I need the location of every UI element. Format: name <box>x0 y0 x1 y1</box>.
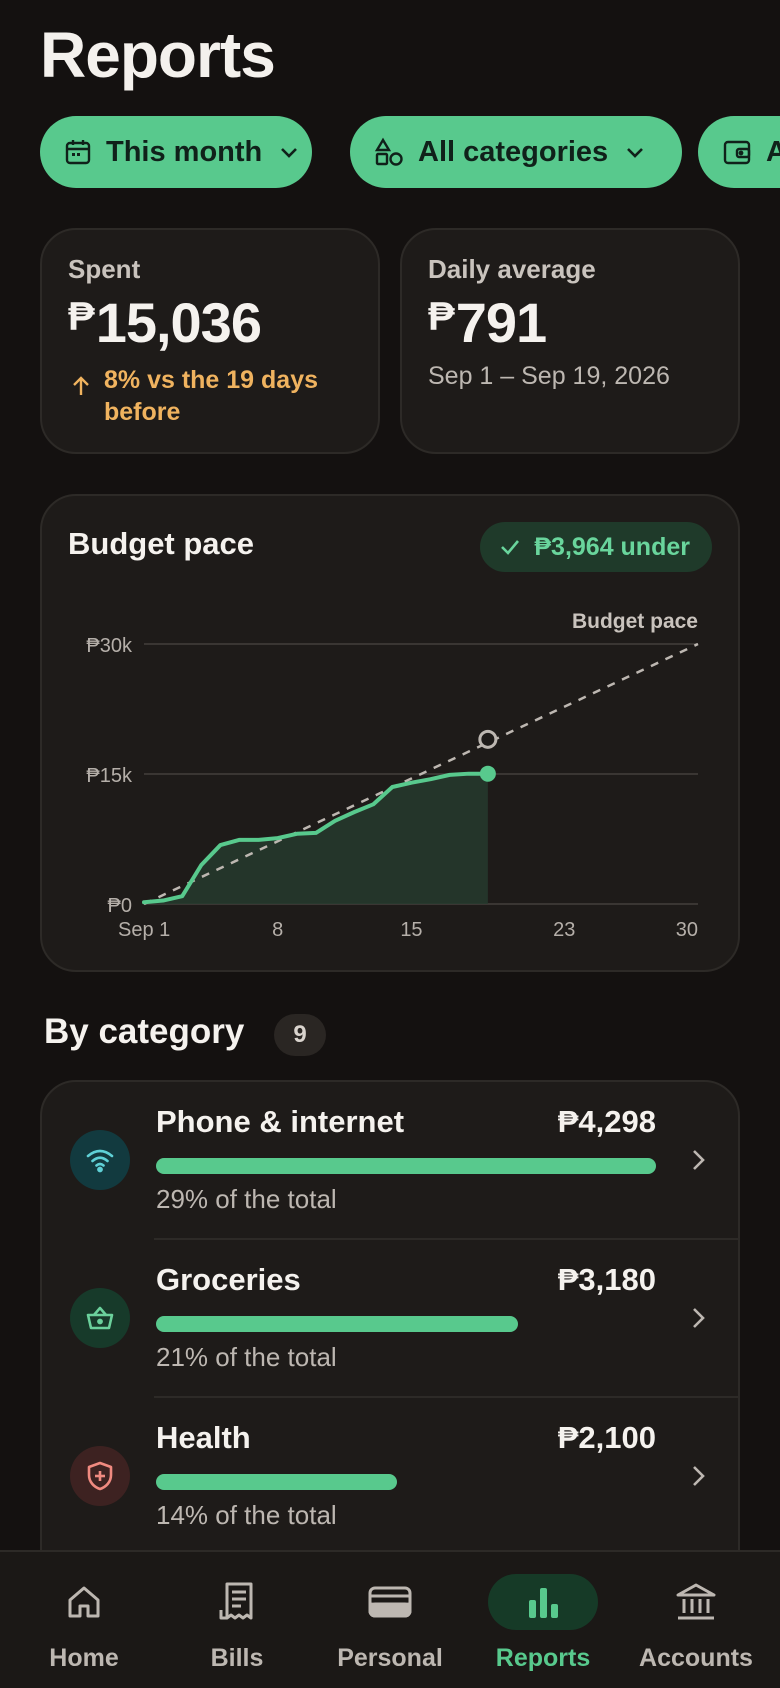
tab-label: Reports <box>495 1644 591 1672</box>
category-amount: ₱2,100 <box>557 1420 656 1455</box>
bottom-tab-bar: Home Bills Personal Reports Accounts <box>0 1550 780 1688</box>
filter-chips: This month All categories A <box>40 116 780 188</box>
filter-account-chip[interactable]: A <box>698 116 780 188</box>
shield-plus-icon <box>70 1446 130 1506</box>
category-bar-fill <box>156 1158 656 1174</box>
category-bar-fill <box>156 1474 398 1490</box>
tab-icon-container <box>182 1574 292 1630</box>
arrow-up-icon <box>73 376 89 395</box>
category-name: Phone & internet <box>156 1104 405 1139</box>
tab-home[interactable]: Home <box>6 1552 162 1688</box>
shapes-icon <box>374 137 403 166</box>
x-tick-label: 8 <box>272 919 283 941</box>
tab-label: Accounts <box>639 1644 753 1672</box>
category-bar-fill <box>156 1316 519 1332</box>
filter-account-label: A <box>766 135 780 168</box>
category-name: Groceries <box>156 1262 301 1297</box>
budget-pace-card: Budget pace ₱3,964 under Budget pace ₱0 ₱… <box>40 494 740 972</box>
wifi-icon <box>70 1130 130 1190</box>
budget-pace-line-label: Budget pace <box>572 610 698 633</box>
tab-label: Personal <box>337 1644 443 1672</box>
y-tick-label: ₱15k <box>86 765 133 787</box>
section-title: By category <box>44 1012 245 1051</box>
category-share: 14% of the total <box>156 1500 337 1530</box>
category-bar <box>156 1316 656 1332</box>
current-spend-marker <box>479 765 496 782</box>
tab-label: Bills <box>210 1644 264 1672</box>
category-amount: ₱3,180 <box>557 1262 656 1297</box>
currency-symbol: ₱ <box>68 295 95 339</box>
x-tick-label: 23 <box>553 919 575 941</box>
bar-chart-icon <box>529 1588 558 1618</box>
calendar-icon <box>65 140 91 165</box>
daily-average-amount: 791 <box>455 291 547 354</box>
category-share: 21% of the total <box>156 1342 337 1372</box>
spent-trend: 8% vs the 19 days before <box>68 364 344 428</box>
category-bar <box>156 1158 656 1174</box>
bank-icon <box>676 1583 716 1620</box>
y-tick-label: ₱30k <box>86 635 133 657</box>
category-row-health[interactable]: Health ₱2,100 14% of the total <box>42 1398 738 1556</box>
tab-reports[interactable]: Reports <box>465 1552 621 1688</box>
chevron-down-icon <box>281 148 298 158</box>
wallet-icon <box>368 1586 412 1618</box>
x-tick-label: 30 <box>676 919 698 941</box>
y-tick-label: ₱0 <box>108 895 132 917</box>
chevron-right-icon <box>693 1308 705 1328</box>
filter-date-chip[interactable]: This month <box>40 116 312 188</box>
daily-average-value: ₱791 <box>428 290 547 355</box>
category-share: 29% of the total <box>156 1184 337 1214</box>
receipt-icon <box>219 1582 253 1620</box>
spent-label: Spent <box>68 254 141 284</box>
spent-card: Spent ₱15,036 8% vs the 19 days before <box>40 228 380 454</box>
filter-category-label: All categories <box>418 135 609 168</box>
tab-icon-container <box>335 1574 445 1630</box>
category-amount: ₱4,298 <box>557 1104 656 1139</box>
category-bar <box>156 1474 656 1490</box>
chevron-down-icon <box>627 148 644 158</box>
tab-accounts[interactable]: Accounts <box>618 1552 774 1688</box>
page-title: Reports <box>40 19 276 91</box>
x-tick-label: Sep 1 <box>118 919 170 941</box>
daily-average-range: Sep 1 – Sep 19, 2026 <box>428 362 670 390</box>
tab-icon-container <box>641 1574 751 1630</box>
chevron-right-icon <box>693 1466 705 1486</box>
home-icon <box>68 1586 100 1618</box>
category-row-groceries[interactable]: Groceries ₱3,180 21% of the total <box>42 1240 738 1398</box>
basket-icon <box>70 1288 130 1348</box>
filter-date-label: This month <box>106 135 263 168</box>
daily-average-label: Daily average <box>428 254 596 284</box>
chevron-right-icon <box>693 1150 705 1170</box>
daily-average-card: Daily average ₱791 Sep 1 – Sep 19, 2026 <box>400 228 740 454</box>
filter-category-chip[interactable]: All categories <box>350 116 682 188</box>
spent-amount: 15,036 <box>95 291 262 354</box>
currency-symbol: ₱ <box>428 295 455 339</box>
category-row-phone-internet[interactable]: Phone & internet ₱4,298 29% of the total <box>42 1082 738 1240</box>
category-count-badge: 9 <box>274 1014 326 1056</box>
tab-icon-container <box>488 1574 598 1630</box>
spending-area <box>144 773 488 904</box>
budget-pace-chart: Budget pace ₱0 ₱15k ₱30k Sep 1 8 15 23 30 <box>86 610 699 941</box>
x-tick-label: 15 <box>400 919 422 941</box>
spent-trend-text: 8% vs the 19 days before <box>104 366 319 426</box>
tab-icon-container <box>29 1574 139 1630</box>
tab-bills[interactable]: Bills <box>159 1552 315 1688</box>
wallet-icon <box>723 140 751 165</box>
category-name: Health <box>156 1420 251 1455</box>
pace-marker <box>478 729 498 749</box>
spent-value: ₱15,036 <box>68 290 262 355</box>
tab-personal[interactable]: Personal <box>312 1552 468 1688</box>
tab-label: Home <box>49 1644 119 1672</box>
